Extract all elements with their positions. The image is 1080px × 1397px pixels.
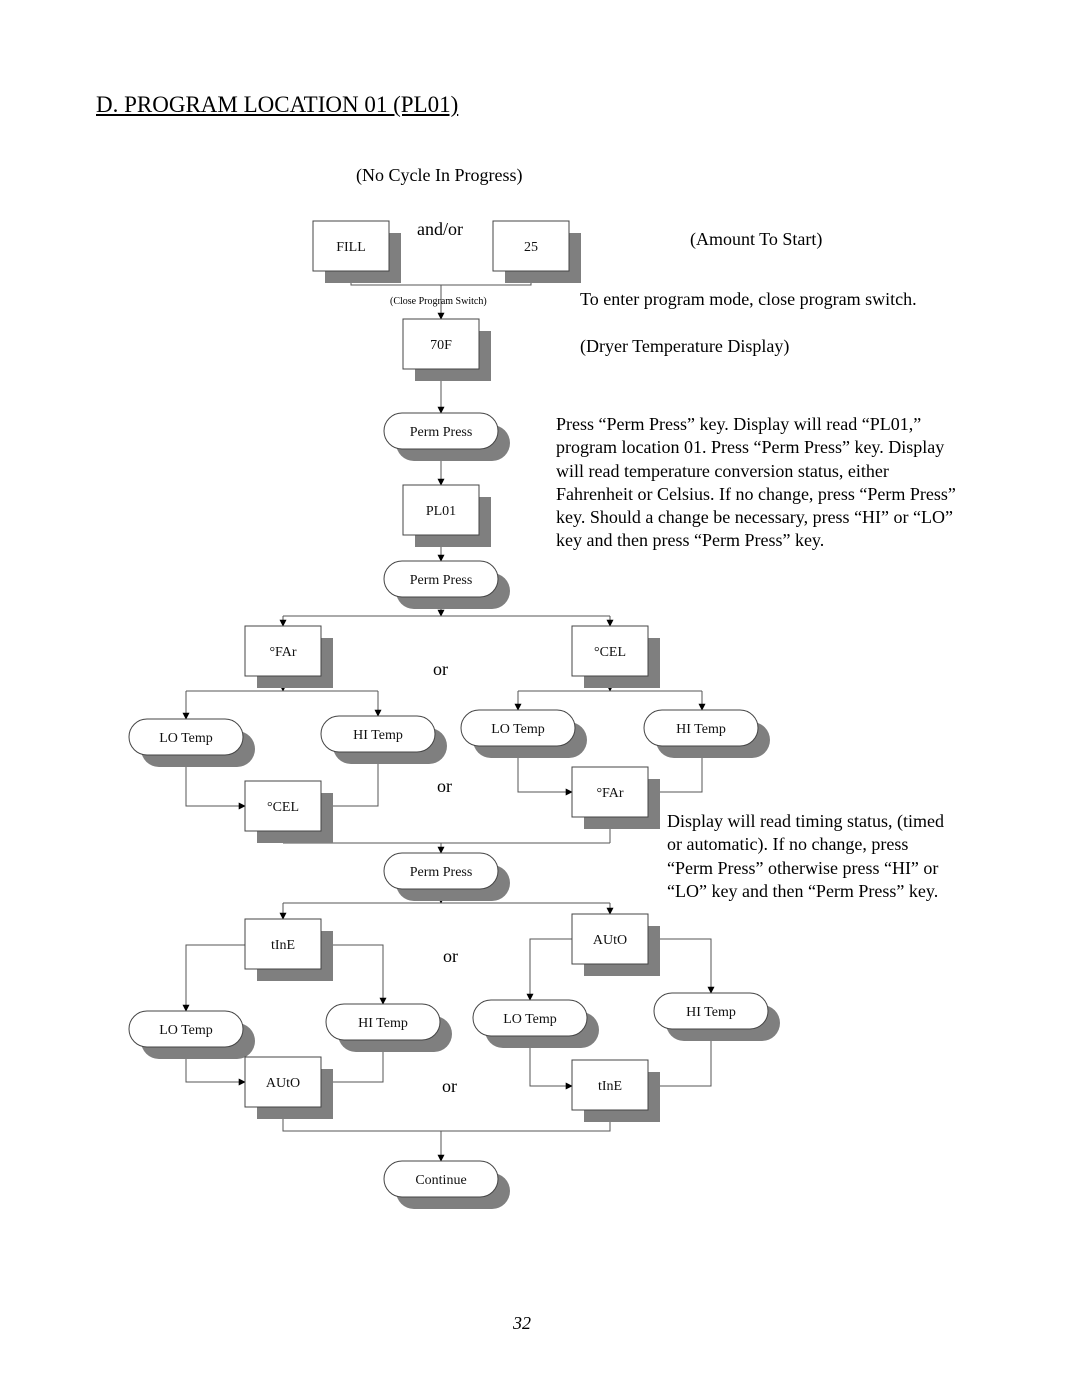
node-label: 25 [524, 240, 538, 255]
flow-node-pl01: PL01 [402, 484, 491, 547]
flowchart: FILL 25 70F Perm Press PL01 Perm Press °FAr °CE… [128, 220, 780, 1209]
flow-node-fill: FILL [312, 220, 401, 283]
flow-node-hi4: HI Temp [653, 992, 780, 1041]
flow-node-lo4: LO Temp [472, 999, 599, 1048]
node-label: HI Temp [676, 722, 726, 737]
node-label: Continue [415, 1173, 466, 1188]
node-label: AUtO [266, 1076, 300, 1091]
node-label: AUtO [593, 933, 627, 948]
flow-node-time2: tInE [571, 1059, 660, 1122]
flow-node-hi1: HI Temp [320, 715, 447, 764]
flow-node-far2: °FAr [571, 766, 660, 829]
node-label: °CEL [267, 800, 299, 815]
flow-node-pp1: Perm Press [383, 412, 510, 461]
flow-node-pp3: Perm Press [383, 852, 510, 901]
node-label: PL01 [426, 504, 456, 519]
flow-node-far1: °FAr [244, 625, 333, 688]
flow-node-pp2: Perm Press [383, 560, 510, 609]
flow-node-amount: 25 [492, 220, 581, 283]
node-label: LO Temp [503, 1012, 557, 1027]
flow-node-hi3: HI Temp [325, 1003, 452, 1052]
node-label: Perm Press [410, 425, 473, 440]
node-label: 70F [430, 338, 452, 353]
flow-node-auto2: AUtO [244, 1056, 333, 1119]
node-label: LO Temp [491, 722, 545, 737]
flow-node-lo1: LO Temp [128, 718, 255, 767]
flow-node-auto1: AUtO [571, 913, 660, 976]
node-label: Perm Press [410, 865, 473, 880]
connector-line [526, 938, 572, 1001]
node-label: FILL [336, 240, 366, 255]
node-label: tInE [271, 938, 295, 953]
node-label: HI Temp [686, 1005, 736, 1020]
flow-node-lo3: LO Temp [128, 1010, 255, 1059]
node-label: LO Temp [159, 1023, 213, 1038]
flow-node-temp70: 70F [402, 318, 491, 381]
flow-node-hi2: HI Temp [643, 709, 770, 758]
connector-line [182, 944, 245, 1012]
node-label: LO Temp [159, 731, 213, 746]
node-label: °FAr [269, 645, 296, 660]
flow-node-time1: tInE [244, 918, 333, 981]
node-label: HI Temp [353, 728, 403, 743]
node-label: °CEL [594, 645, 626, 660]
flow-node-lo2: LO Temp [460, 709, 587, 758]
flow-node-cont: Continue [383, 1160, 510, 1209]
flow-node-cel1: °CEL [571, 625, 660, 688]
node-label: tInE [598, 1079, 622, 1094]
node-label: HI Temp [358, 1016, 408, 1031]
node-label: °FAr [596, 786, 623, 801]
node-label: Perm Press [410, 573, 473, 588]
flow-node-cel2: °CEL [244, 780, 333, 843]
